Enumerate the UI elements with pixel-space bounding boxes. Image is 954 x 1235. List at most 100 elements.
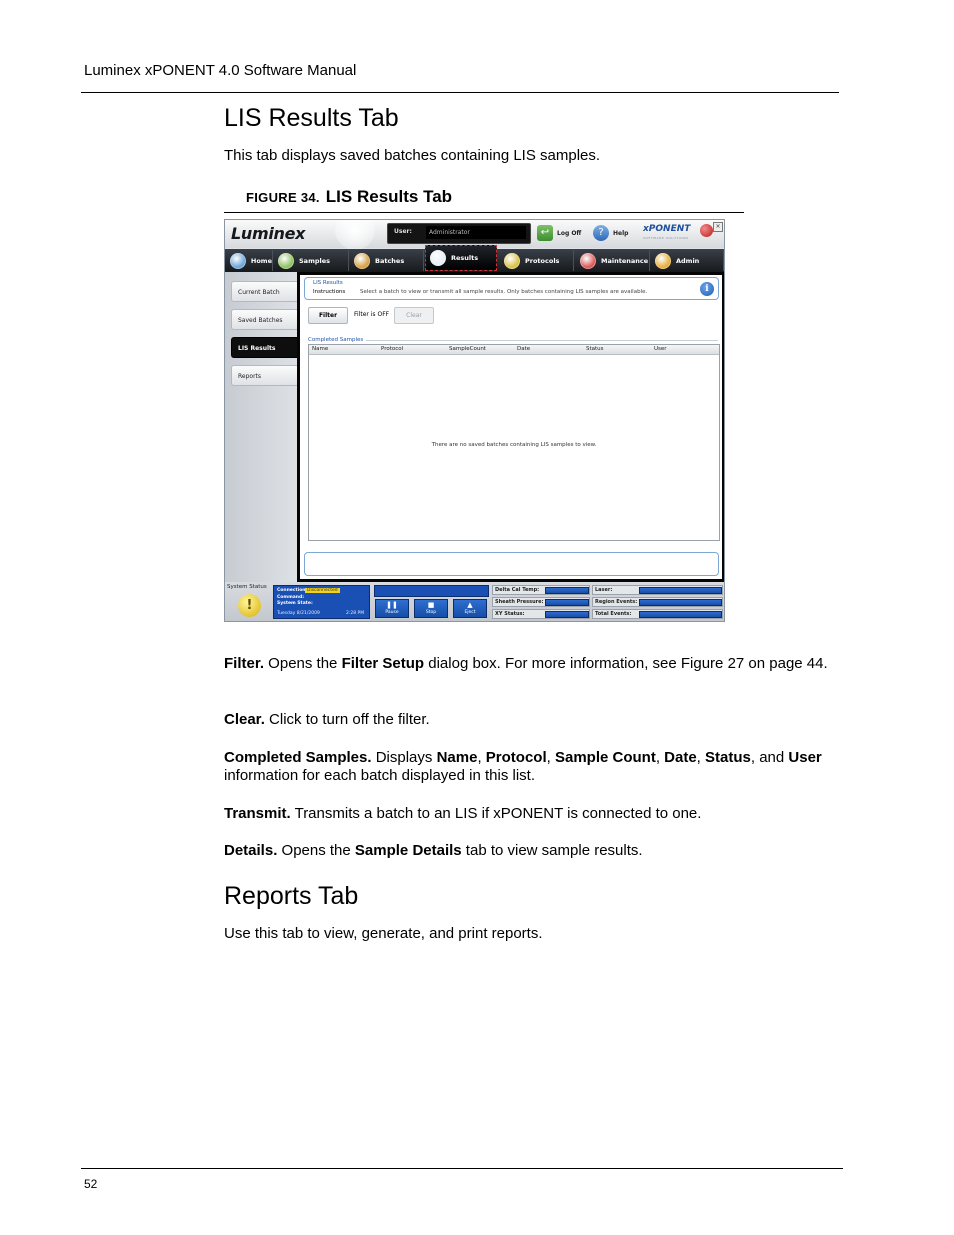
- window-close-icon[interactable]: ×: [713, 222, 723, 232]
- column-header-protocol[interactable]: Protocol: [381, 346, 403, 352]
- info-icon[interactable]: i: [700, 282, 714, 296]
- xponent-brand: xPONENT: [643, 224, 691, 234]
- instructions-text: Select a batch to view or transmit all s…: [360, 289, 648, 295]
- connection-label: Connection:: [277, 588, 308, 593]
- section-intro-lis-results: This tab displays saved batches containi…: [224, 147, 601, 164]
- system-status-bar: System Status ! Connection: Disconnected…: [225, 582, 724, 621]
- figure-title: LIS Results Tab: [325, 187, 453, 206]
- description-transmit: Transmit. Transmits a batch to an LIS if…: [224, 805, 844, 823]
- home-icon: [230, 252, 246, 269]
- panel-title: LIS Results: [313, 280, 343, 286]
- readout-delta-cal-temp: Delta Cal Temp:: [492, 585, 590, 595]
- readout-laser: Laser:: [592, 585, 723, 595]
- table-header: Name Protocol SampleCount Date Status Us…: [309, 345, 719, 355]
- log-off-icon: ↩: [537, 225, 553, 241]
- term-transmit: Transmit.: [224, 805, 291, 822]
- tab-batches-label: Batches: [375, 256, 405, 265]
- help-label: Help: [613, 229, 629, 237]
- separator: ,: [696, 749, 706, 766]
- user-box: User: Administrator: [387, 223, 531, 244]
- term-details: Details.: [224, 842, 278, 859]
- completed-samples-rule: [366, 340, 718, 341]
- xponent-logo: xPONENT SOFTWARE SOLUTIONS: [643, 223, 715, 243]
- instructions-box: LIS Results Instructions Select a batch …: [304, 277, 719, 300]
- readout-label: Sheath Pressure:: [495, 599, 544, 605]
- section-heading-reports: Reports Tab: [224, 882, 359, 910]
- tab-maintenance[interactable]: Maintenance: [576, 250, 650, 271]
- term-filter: Filter.: [224, 655, 265, 672]
- sidebar-item-saved-batches[interactable]: Saved Batches: [231, 309, 297, 330]
- readout-region-events: Region Events:: [592, 597, 723, 607]
- column-header-status[interactable]: Status: [586, 346, 604, 352]
- tab-admin[interactable]: Admin: [651, 250, 724, 271]
- term-name: Name: [436, 749, 478, 766]
- sidebar-item-lis-results[interactable]: LIS Results: [231, 337, 297, 358]
- command-label: Command:: [277, 595, 305, 600]
- warning-icon[interactable]: !: [238, 594, 261, 617]
- description-filter: Filter. Opens the Filter Setup dialog bo…: [224, 655, 844, 673]
- tab-home-label: Home: [250, 256, 272, 265]
- main-nav: Home Samples Batches Results Protocols M…: [225, 245, 724, 272]
- stop-button[interactable]: ■ Stop: [414, 599, 448, 618]
- figure-rule: [224, 212, 744, 213]
- readout-label: XY Status:: [495, 611, 525, 617]
- clear-button[interactable]: Clear: [394, 307, 434, 324]
- description-completed-samples: Completed Samples. Displays Name, Protoc…: [224, 749, 844, 785]
- bottom-action-box: [304, 552, 719, 576]
- readout-value-bar: [545, 611, 589, 618]
- progress-bar: [374, 585, 489, 597]
- sidebar-item-current-batch[interactable]: Current Batch: [231, 281, 297, 302]
- completed-samples-table[interactable]: Name Protocol SampleCount Date Status Us…: [308, 344, 720, 541]
- tab-results-label: Results: [451, 254, 479, 262]
- results-icon: [430, 250, 446, 266]
- column-header-name[interactable]: Name: [312, 346, 328, 352]
- page-number: 52: [84, 1177, 98, 1191]
- sidebar-item-reports[interactable]: Reports: [231, 365, 297, 386]
- admin-icon: [655, 252, 671, 269]
- eject-button[interactable]: ▲ Eject: [453, 599, 487, 618]
- tab-results[interactable]: Results: [425, 245, 497, 271]
- description-text: Click to turn off the filter.: [264, 711, 430, 728]
- pause-button[interactable]: ❚❚ Pause: [375, 599, 409, 618]
- filter-button[interactable]: Filter: [308, 307, 348, 324]
- term-sample-count: Sample Count: [554, 749, 656, 766]
- tab-samples-label: Samples: [299, 256, 330, 265]
- readout-total-events: Total Events:: [592, 609, 723, 619]
- readout-value-bar: [545, 587, 589, 594]
- filter-status: Filter is OFF: [354, 311, 390, 318]
- protocols-icon: [504, 252, 520, 269]
- tab-protocols[interactable]: Protocols: [500, 250, 574, 271]
- samples-icon: [278, 252, 294, 269]
- help-icon: ?: [593, 225, 609, 241]
- tab-protocols-label: Protocols: [525, 256, 560, 265]
- figure-caption: FIGURE 34. LIS Results Tab: [246, 187, 452, 207]
- help-button[interactable]: ? Help: [593, 224, 628, 242]
- log-off-button[interactable]: ↩ Log Off: [537, 224, 581, 242]
- lis-results-screenshot: Luminex User: Administrator ↩ Log Off ? …: [224, 219, 725, 622]
- separator: , and: [750, 749, 789, 766]
- user-field: Administrator: [426, 226, 526, 239]
- description-text: dialog box. For more information, see Fi…: [424, 655, 828, 672]
- term-filter-setup: Filter Setup: [341, 655, 425, 672]
- tab-samples[interactable]: Samples: [274, 250, 349, 271]
- maintenance-icon: [580, 252, 596, 269]
- column-header-date[interactable]: Date: [517, 346, 530, 352]
- pause-label: Pause: [385, 610, 399, 615]
- running-header: Luminex xPONENT 4.0 Software Manual: [84, 62, 357, 79]
- readout-value-bar: [639, 587, 722, 594]
- description-details: Details. Opens the Sample Details tab to…: [224, 842, 844, 860]
- tab-home[interactable]: Home: [226, 250, 273, 271]
- description-text: Opens the: [277, 842, 355, 859]
- term-date: Date: [664, 749, 697, 766]
- readout-label: Delta Cal Temp:: [495, 587, 540, 593]
- stop-icon: ■: [427, 601, 435, 609]
- logo-glow: [335, 220, 375, 250]
- tab-batches[interactable]: Batches: [350, 250, 424, 271]
- column-header-user[interactable]: User: [654, 346, 667, 352]
- readout-value-bar: [639, 611, 722, 618]
- connection-panel: Connection: Disconnected Command: System…: [273, 585, 370, 619]
- empty-table-message: There are no saved batches containing LI…: [431, 442, 597, 448]
- column-header-sample-count[interactable]: SampleCount: [449, 346, 486, 352]
- term-user: User: [788, 749, 822, 766]
- figure-label: FIGURE 34.: [246, 190, 320, 205]
